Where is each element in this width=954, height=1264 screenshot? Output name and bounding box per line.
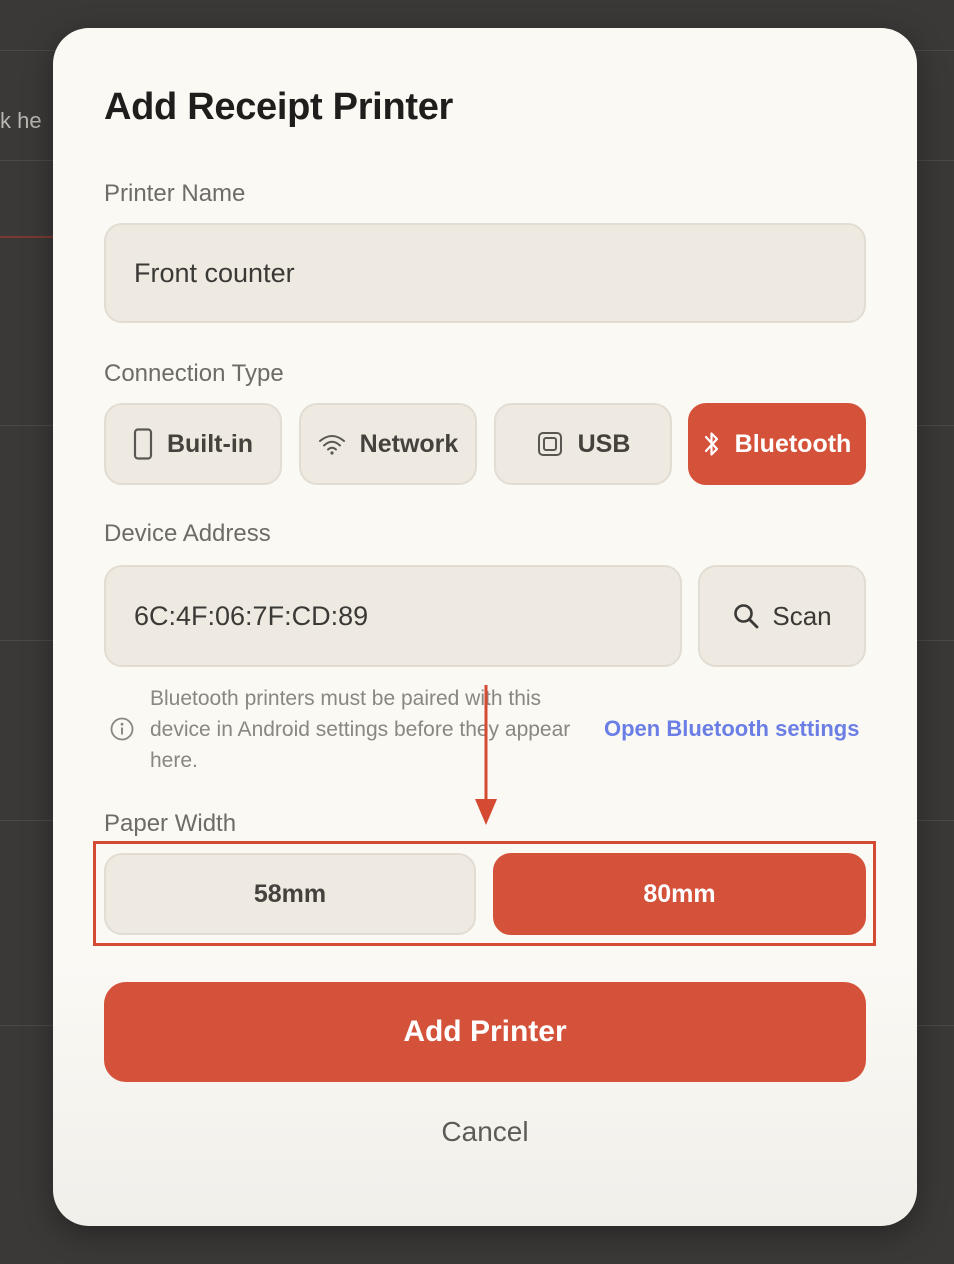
connection-bluetooth-label: Bluetooth — [734, 429, 852, 458]
chip-icon — [537, 432, 562, 456]
printer-name-label: Printer Name — [104, 180, 246, 207]
phone-icon — [133, 428, 153, 460]
cancel-button[interactable]: Cancel — [104, 1110, 866, 1154]
wifi-icon — [318, 435, 345, 455]
connection-bluetooth-button[interactable]: Bluetooth — [688, 403, 866, 485]
paper-width-label: Paper Width — [104, 810, 237, 837]
background-accent-line — [0, 236, 60, 238]
annotation-arrow-icon — [475, 685, 497, 825]
connection-built-in-label: Built-in — [166, 429, 254, 458]
device-address-input[interactable]: 6C:4F:06:7F:CD:89 — [104, 565, 682, 667]
printer-name-input[interactable]: Front counter — [104, 223, 866, 323]
open-bluetooth-settings-link[interactable]: Open Bluetooth settings — [604, 716, 859, 742]
connection-network-button[interactable]: Network — [299, 403, 477, 485]
add-printer-dialog: Add Receipt Printer Printer Name Front c… — [53, 28, 917, 1226]
printer-name-value: Front counter — [134, 257, 295, 288]
info-icon — [110, 717, 134, 741]
connection-usb-button[interactable]: USB — [494, 403, 672, 485]
search-icon — [734, 604, 759, 629]
add-printer-button[interactable]: Add Printer — [104, 982, 866, 1082]
connection-network-label: Network — [359, 429, 459, 458]
connection-usb-label: USB — [577, 429, 631, 458]
bluetooth-pairing-hint: Bluetooth printers must be paired with t… — [150, 687, 571, 772]
connection-type-label: Connection Type — [104, 360, 284, 387]
device-address-value: 6C:4F:06:7F:CD:89 — [134, 600, 369, 631]
scan-button[interactable]: Scan — [698, 565, 866, 667]
connection-built-in-button[interactable]: Built-in — [104, 403, 282, 485]
annotation-highlight-box — [93, 841, 876, 946]
dialog-title: Add Receipt Printer — [104, 86, 454, 128]
background-text: k he — [0, 108, 42, 133]
bluetooth-icon — [704, 432, 718, 456]
device-address-label: Device Address — [104, 520, 271, 547]
scan-label: Scan — [772, 600, 832, 631]
